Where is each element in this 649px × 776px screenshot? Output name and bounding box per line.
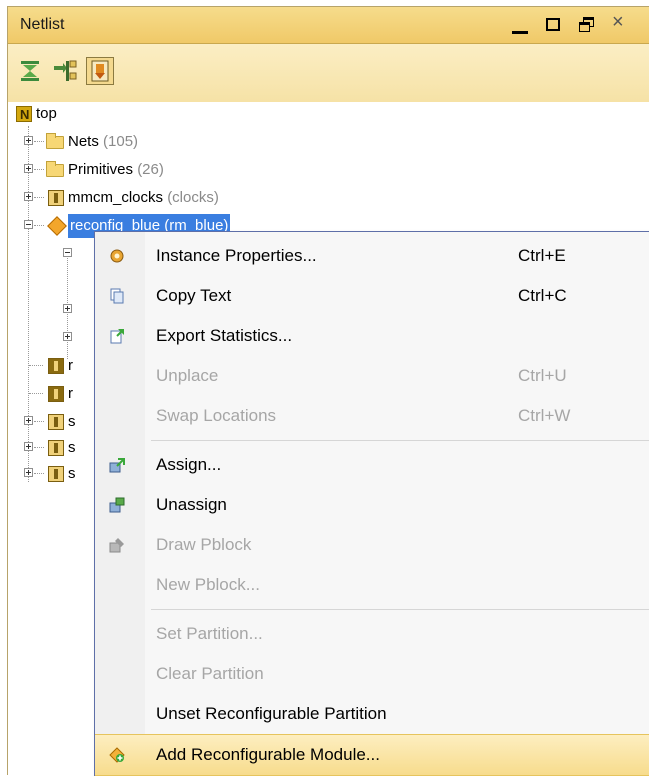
float-icon-back <box>579 22 590 32</box>
menu-item-copy-text[interactable]: Copy Text Ctrl+C <box>95 276 649 316</box>
expand-icon[interactable] <box>63 332 72 341</box>
menu-item-new-pblock[interactable]: New Pblock... <box>95 565 649 605</box>
expand-icon[interactable] <box>24 136 33 145</box>
tree-connector <box>34 141 44 142</box>
folder-icon <box>46 161 64 177</box>
maximize-icon <box>546 18 560 31</box>
menu-item-shortcut: Ctrl+U <box>518 366 567 385</box>
copy-icon <box>110 288 124 304</box>
folder-icon <box>46 133 64 149</box>
add-module-icon <box>109 747 125 763</box>
menu-separator <box>151 609 649 610</box>
instance-icon <box>48 440 64 456</box>
menu-item-draw-pblock[interactable]: Draw Pblock <box>95 525 649 565</box>
expand-icon[interactable] <box>24 442 33 451</box>
expand-selected-button[interactable] <box>51 57 79 85</box>
panel-toolbar <box>8 44 649 102</box>
menu-item-label: Unset Reconfigurable Partition <box>156 704 387 723</box>
reconfigurable-partition-icon <box>47 216 67 236</box>
menu-item-label: Set Partition... <box>156 624 263 643</box>
show-hierarchy-button[interactable] <box>86 57 114 85</box>
menu-item-label: Add Reconfigurable Module... <box>156 745 380 764</box>
menu-item-unset-reconfigurable-partition[interactable]: Unset Reconfigurable Partition <box>95 694 649 734</box>
tree-node-count: (26) <box>137 161 164 178</box>
tree-node-label: Nets <box>68 133 99 150</box>
expand-icon[interactable] <box>24 164 33 173</box>
float-button[interactable] <box>574 9 602 39</box>
tree-node-label: mmcm_clocks <box>68 189 164 206</box>
menu-item-label: Export Statistics... <box>156 326 293 345</box>
expand-icon[interactable] <box>24 416 33 425</box>
show-hierarchy-icon <box>91 60 109 82</box>
tree-node-count: (clocks) <box>167 189 219 206</box>
tree-node-label: r <box>68 357 73 374</box>
expand-icon[interactable] <box>24 468 33 477</box>
menu-item-label: Unplace <box>156 366 219 385</box>
tree-node-count: (105) <box>103 133 139 150</box>
tree-connector <box>34 197 44 198</box>
tree-node-label: s <box>68 413 76 430</box>
menu-item-label: Instance Properties... <box>156 246 317 265</box>
tree-connector <box>29 393 43 394</box>
collapse-icon[interactable] <box>24 220 33 229</box>
minimize-icon <box>512 31 528 34</box>
tree-node-label: s <box>68 465 76 482</box>
menu-item-label: Swap Locations <box>156 406 277 425</box>
menu-item-export-statistics[interactable]: Export Statistics... <box>95 316 649 356</box>
menu-item-unassign[interactable]: Unassign <box>95 485 649 525</box>
tree-node-label: s <box>68 439 76 456</box>
tree-guide-line <box>28 126 29 482</box>
context-menu: Instance Properties... Ctrl+E Copy Text … <box>94 231 649 776</box>
collapse-icon[interactable] <box>63 248 72 257</box>
close-button[interactable]: × <box>606 9 634 39</box>
menu-item-label: New Pblock... <box>156 575 260 594</box>
draw-pblock-icon <box>109 538 124 553</box>
instance-icon <box>48 414 64 430</box>
instance-icon <box>48 466 64 482</box>
collapse-all-button[interactable] <box>16 57 44 85</box>
menu-item-label: Copy Text <box>156 286 232 305</box>
menu-item-shortcut: Ctrl+W <box>518 406 571 425</box>
instance-icon <box>48 358 64 374</box>
top-module-icon <box>16 103 32 127</box>
assign-icon <box>109 458 125 473</box>
instance-icon <box>48 386 64 402</box>
tree-connector <box>34 473 44 474</box>
menu-item-label: Draw Pblock <box>156 535 252 554</box>
tree-connector <box>34 447 44 448</box>
menu-item-label: Clear Partition <box>156 664 264 683</box>
close-icon: × <box>612 11 624 33</box>
collapse-all-icon <box>21 61 39 81</box>
menu-item-set-partition[interactable]: Set Partition... <box>95 614 649 654</box>
maximize-button[interactable] <box>540 9 568 39</box>
tree-node-label: top <box>36 105 57 122</box>
tree-connector <box>34 169 44 170</box>
menu-item-unplace[interactable]: Unplace Ctrl+U <box>95 356 649 396</box>
menu-separator <box>151 440 649 441</box>
minimize-button[interactable] <box>508 9 536 39</box>
menu-item-add-reconfigurable-module[interactable]: Add Reconfigurable Module... <box>95 734 649 776</box>
menu-item-assign[interactable]: Assign... <box>95 445 649 485</box>
menu-item-instance-properties[interactable]: Instance Properties... Ctrl+E <box>95 236 649 276</box>
panel-titlebar[interactable]: Netlist × <box>8 7 649 44</box>
menu-item-swap-locations[interactable]: Swap Locations Ctrl+W <box>95 396 649 436</box>
menu-item-label: Assign... <box>156 455 222 474</box>
tree-node-label: Primitives <box>68 161 134 178</box>
menu-item-clear-partition[interactable]: Clear Partition <box>95 654 649 694</box>
panel-title: Netlist <box>20 16 65 33</box>
instance-icon <box>48 190 64 206</box>
tree-connector <box>29 365 43 366</box>
menu-item-shortcut: Ctrl+C <box>518 286 567 305</box>
menu-item-shortcut: Ctrl+E <box>518 246 566 265</box>
export-icon <box>110 329 124 344</box>
expand-icon[interactable] <box>24 192 33 201</box>
menu-item-label: Unassign <box>156 495 227 514</box>
expand-selected-icon <box>54 60 77 81</box>
tree-node-label: r <box>68 385 73 402</box>
unassign-icon <box>109 497 125 513</box>
tree-connector <box>34 225 44 226</box>
properties-icon <box>110 249 124 263</box>
expand-icon[interactable] <box>63 304 72 313</box>
tree-connector <box>34 421 44 422</box>
